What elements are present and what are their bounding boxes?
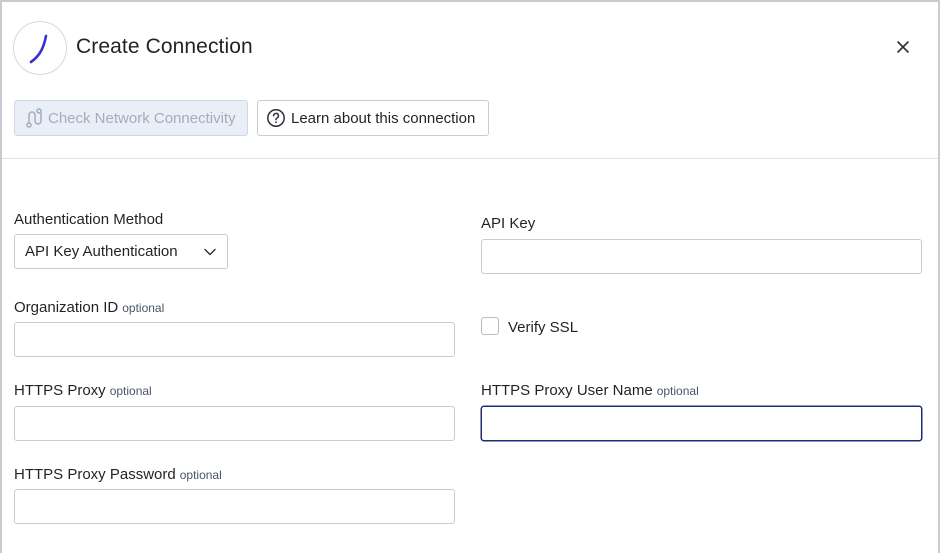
https-proxy-password-label-text: HTTPS Proxy Password xyxy=(14,466,176,483)
route-icon xyxy=(23,107,45,129)
create-connection-dialog: Create Connection Check Network Connecti… xyxy=(0,0,940,553)
brand-logo-icon xyxy=(13,21,67,75)
verify-ssl-label-text: Verify SSL xyxy=(508,319,579,336)
api-key-label-text: API Key xyxy=(481,215,536,232)
auth-method-selected-value: API Key Authentication xyxy=(25,243,178,260)
verify-ssl-label: Verify SSL xyxy=(508,319,578,336)
close-icon[interactable] xyxy=(893,37,915,59)
https-proxy-password-input[interactable] xyxy=(14,489,455,524)
verify-ssl-checkbox[interactable] xyxy=(481,317,499,335)
auth-method-label-text: Authentication Method xyxy=(14,211,164,228)
organization-id-label: Organization ID optional xyxy=(14,299,164,316)
organization-id-label-text: Organization ID xyxy=(14,299,119,316)
optional-tag: optional xyxy=(179,468,222,482)
learn-about-connection-button[interactable]: Learn about this connection xyxy=(257,100,489,136)
https-proxy-user-label-text: HTTPS Proxy User Name xyxy=(481,382,653,399)
learn-about-connection-label: Learn about this connection xyxy=(291,109,476,127)
api-key-input[interactable] xyxy=(481,239,922,274)
api-key-label: API Key xyxy=(481,215,535,232)
https-proxy-user-input[interactable] xyxy=(481,406,922,441)
organization-id-input[interactable] xyxy=(14,322,455,357)
help-circle-icon xyxy=(266,108,286,128)
auth-method-select[interactable]: API Key Authentication xyxy=(14,234,228,269)
optional-tag: optional xyxy=(122,301,165,315)
optional-tag: optional xyxy=(656,384,699,398)
https-proxy-password-label: HTTPS Proxy Password optional xyxy=(14,466,222,483)
auth-method-label: Authentication Method xyxy=(14,211,163,228)
optional-tag: optional xyxy=(109,384,152,398)
dialog-title: Create Connection xyxy=(76,35,253,58)
https-proxy-input[interactable] xyxy=(14,406,455,441)
https-proxy-user-label: HTTPS Proxy User Name optional xyxy=(481,382,699,399)
chevron-down-icon xyxy=(203,245,217,259)
https-proxy-label-text: HTTPS Proxy xyxy=(14,382,106,399)
check-network-label: Check Network Connectivity xyxy=(48,109,236,127)
https-proxy-label: HTTPS Proxy optional xyxy=(14,382,152,399)
check-network-connectivity-button[interactable]: Check Network Connectivity xyxy=(14,100,248,136)
header-divider xyxy=(2,158,938,159)
